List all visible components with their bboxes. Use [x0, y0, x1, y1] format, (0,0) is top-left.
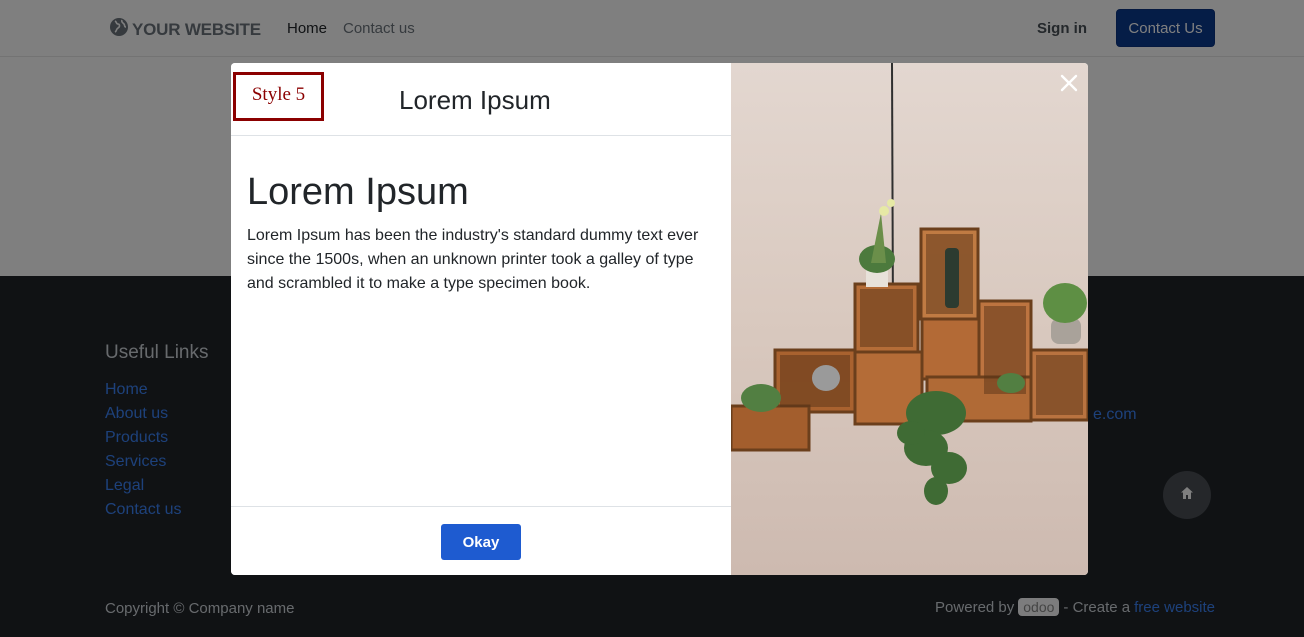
modal-header: Style 5 Lorem Ipsum — [231, 63, 731, 136]
shelf-plant-image — [731, 63, 1088, 575]
style-tag: Style 5 — [233, 72, 324, 121]
okay-button[interactable]: Okay — [441, 524, 521, 560]
modal-content: Style 5 Lorem Ipsum Lorem Ipsum Lorem Ip… — [231, 63, 731, 575]
modal-footer: Okay — [231, 506, 731, 575]
modal-title: Lorem Ipsum — [399, 85, 551, 115]
modal-body-heading: Lorem Ipsum — [247, 171, 469, 213]
modal-image — [731, 63, 1088, 575]
popup-modal: Style 5 Lorem Ipsum Lorem Ipsum Lorem Ip… — [231, 63, 1088, 575]
modal-body-text: Lorem Ipsum has been the industry's stan… — [247, 227, 699, 292]
close-icon — [1058, 74, 1080, 98]
close-button[interactable] — [1058, 72, 1080, 94]
